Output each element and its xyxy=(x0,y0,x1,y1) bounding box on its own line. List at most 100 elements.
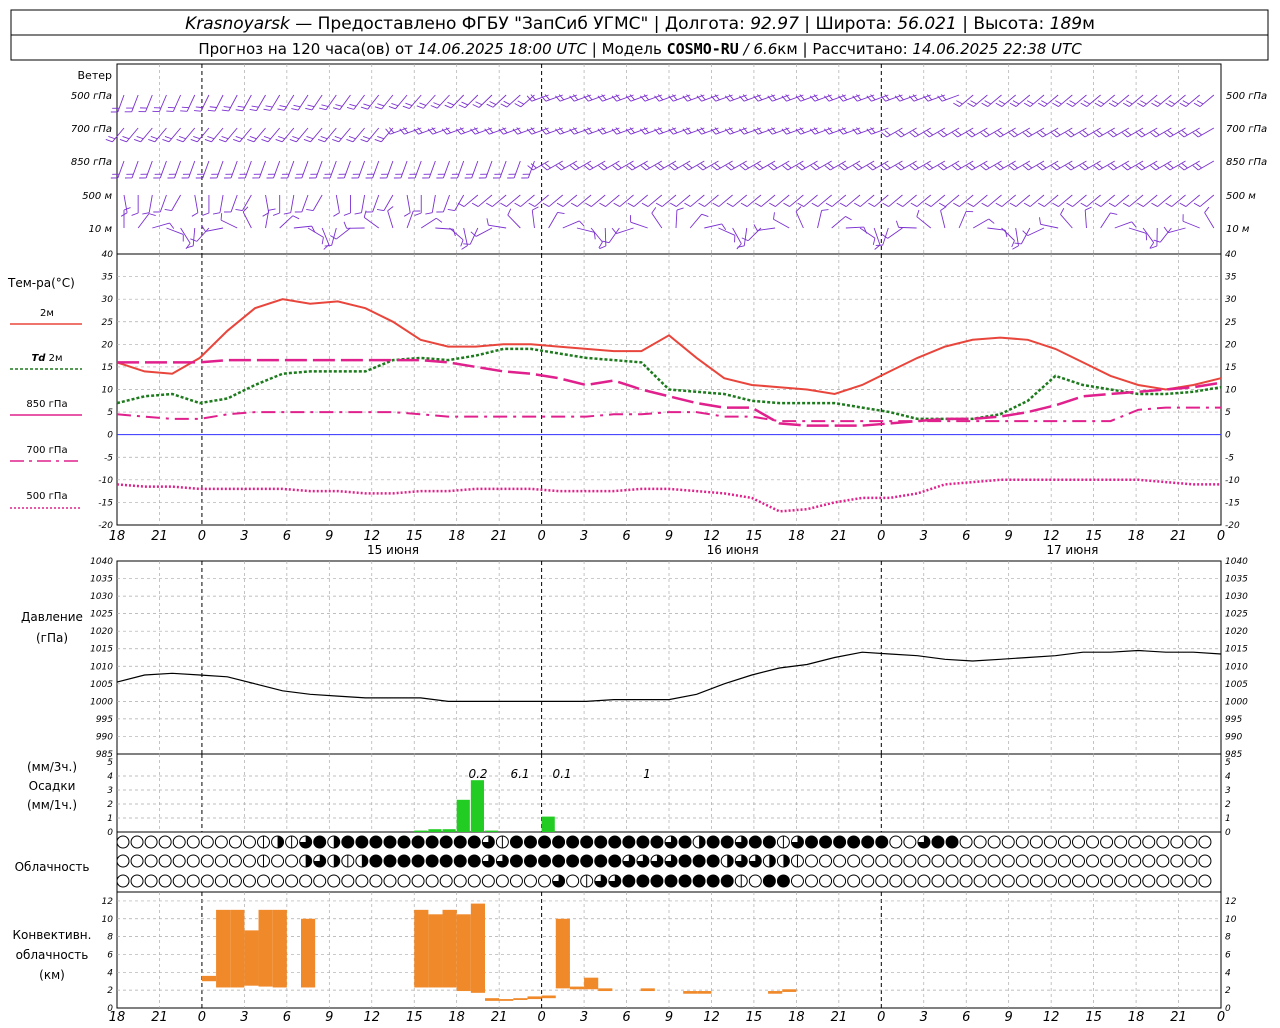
cloud-symbol xyxy=(904,836,916,848)
cloud-circle xyxy=(187,855,199,867)
cloud-symbol xyxy=(314,875,326,887)
wind-barb-shaft xyxy=(215,95,223,111)
wind-barb-shaft xyxy=(660,161,676,170)
cloud-full xyxy=(412,836,424,848)
cloud-symbol xyxy=(974,836,986,848)
x-tick-label: 15 xyxy=(746,1010,763,1024)
wind-barb-feather xyxy=(1097,131,1102,135)
cloud-symbol xyxy=(342,875,354,887)
t700-line xyxy=(117,408,1221,422)
wind-barb xyxy=(1143,228,1154,248)
wind-level-label: 850 гПа xyxy=(71,157,112,168)
wind-barb-feather xyxy=(472,203,478,206)
cloud-symbol xyxy=(1058,875,1070,887)
wind-barb-shaft xyxy=(1085,161,1101,170)
wind-barb-feather xyxy=(349,136,356,138)
x-tick-label: 15 xyxy=(406,529,423,544)
cloud-symbol xyxy=(468,875,480,887)
x-tick-label: 3 xyxy=(920,1010,928,1024)
x-tick-label: 0 xyxy=(537,529,545,544)
wind-barb-feather xyxy=(741,203,747,206)
cloud-symbol xyxy=(1087,855,1099,867)
wind-barb-feather xyxy=(927,164,932,168)
wind-barb-feather xyxy=(501,104,507,107)
x-tick-label: 0 xyxy=(198,1010,206,1024)
wind-barb-feather xyxy=(1041,131,1046,135)
wind-barb xyxy=(690,214,708,228)
cloud-symbol xyxy=(904,875,916,887)
cloud-full xyxy=(693,855,705,867)
cloud-symbol xyxy=(131,875,143,887)
wind-barb-feather xyxy=(873,238,875,245)
wind-barb-feather xyxy=(881,166,886,170)
cloud-circle xyxy=(1002,855,1014,867)
x-tick-label: 21 xyxy=(151,529,168,544)
x-tick-label: 6 xyxy=(283,1010,291,1024)
wind-barb-feather xyxy=(236,136,243,138)
cloud-circle xyxy=(384,875,396,887)
wind-barb-feather xyxy=(325,245,332,246)
precip-bar xyxy=(542,817,555,832)
wind-barb-feather xyxy=(754,224,757,230)
wind-level-label: 500 гПа xyxy=(71,91,112,102)
cloud-full xyxy=(609,836,621,848)
x-tick-label: 18 xyxy=(1128,529,1145,544)
cloud-symbol xyxy=(1199,836,1211,848)
wind-title: Ветер xyxy=(78,69,112,82)
cloud-circle xyxy=(1058,836,1070,848)
cloud-circle xyxy=(215,875,227,887)
wind-barb-feather xyxy=(840,203,846,206)
wind-barb-feather xyxy=(1083,164,1088,168)
cloud-symbol xyxy=(918,836,930,848)
wind-barb-shaft xyxy=(415,161,421,178)
wind-barb xyxy=(479,161,492,178)
cloud-half xyxy=(783,855,789,867)
wind-barb xyxy=(973,219,994,228)
cloud-symbol xyxy=(777,836,789,848)
wind-barb-shaft xyxy=(652,213,662,228)
wind-barb-feather xyxy=(1169,101,1175,104)
wind-barb-feather xyxy=(1112,101,1118,104)
wind-barb-feather xyxy=(989,219,994,223)
x-tick-label: 9 xyxy=(325,529,333,544)
wind-barb-shaft xyxy=(388,211,393,228)
convective-bar xyxy=(513,998,527,1000)
cloud-symbol xyxy=(145,836,157,848)
cloud-full xyxy=(721,836,733,848)
wind-barb-shaft xyxy=(421,218,436,228)
wind-barb-feather xyxy=(321,105,328,107)
cloud-circle xyxy=(286,855,298,867)
cloud-symbol xyxy=(243,836,255,848)
wind-barb xyxy=(273,195,280,215)
wind-barb-feather xyxy=(1125,131,1130,135)
wind-barb xyxy=(153,161,166,178)
convective-bar xyxy=(527,996,541,999)
wind-barb xyxy=(325,228,337,246)
cloud-symbol xyxy=(890,875,902,887)
wind-barb-feather xyxy=(1137,203,1143,206)
cloud-symbol xyxy=(946,875,958,887)
wind-barb-feather xyxy=(1095,103,1101,106)
cloud-symbol xyxy=(1030,836,1042,848)
cloud-circle xyxy=(145,875,157,887)
wind-barb-feather xyxy=(1041,101,1047,104)
wind-barb-feather xyxy=(952,166,957,170)
wind-barb xyxy=(421,218,442,228)
cloud-symbol xyxy=(1171,875,1183,887)
day-label: 17 июня xyxy=(1046,543,1098,557)
wind-barb-feather xyxy=(1038,103,1044,106)
wind-barb-feather xyxy=(966,133,971,137)
y-tick-label: 1000 xyxy=(90,697,113,707)
wind-barb-shaft xyxy=(1198,161,1214,170)
wind-barb-shaft xyxy=(270,95,279,110)
wind-barb-feather xyxy=(981,133,986,137)
cloud-symbol xyxy=(1185,855,1197,867)
cloud-circle xyxy=(876,875,888,887)
cloud-half xyxy=(727,855,733,867)
wind-barb xyxy=(471,228,492,236)
cloud-symbol xyxy=(187,855,199,867)
wind-barb-feather xyxy=(683,166,688,170)
cloud-symbol xyxy=(1129,836,1141,848)
cloud-symbol xyxy=(440,875,452,887)
convective-bar xyxy=(259,910,273,987)
